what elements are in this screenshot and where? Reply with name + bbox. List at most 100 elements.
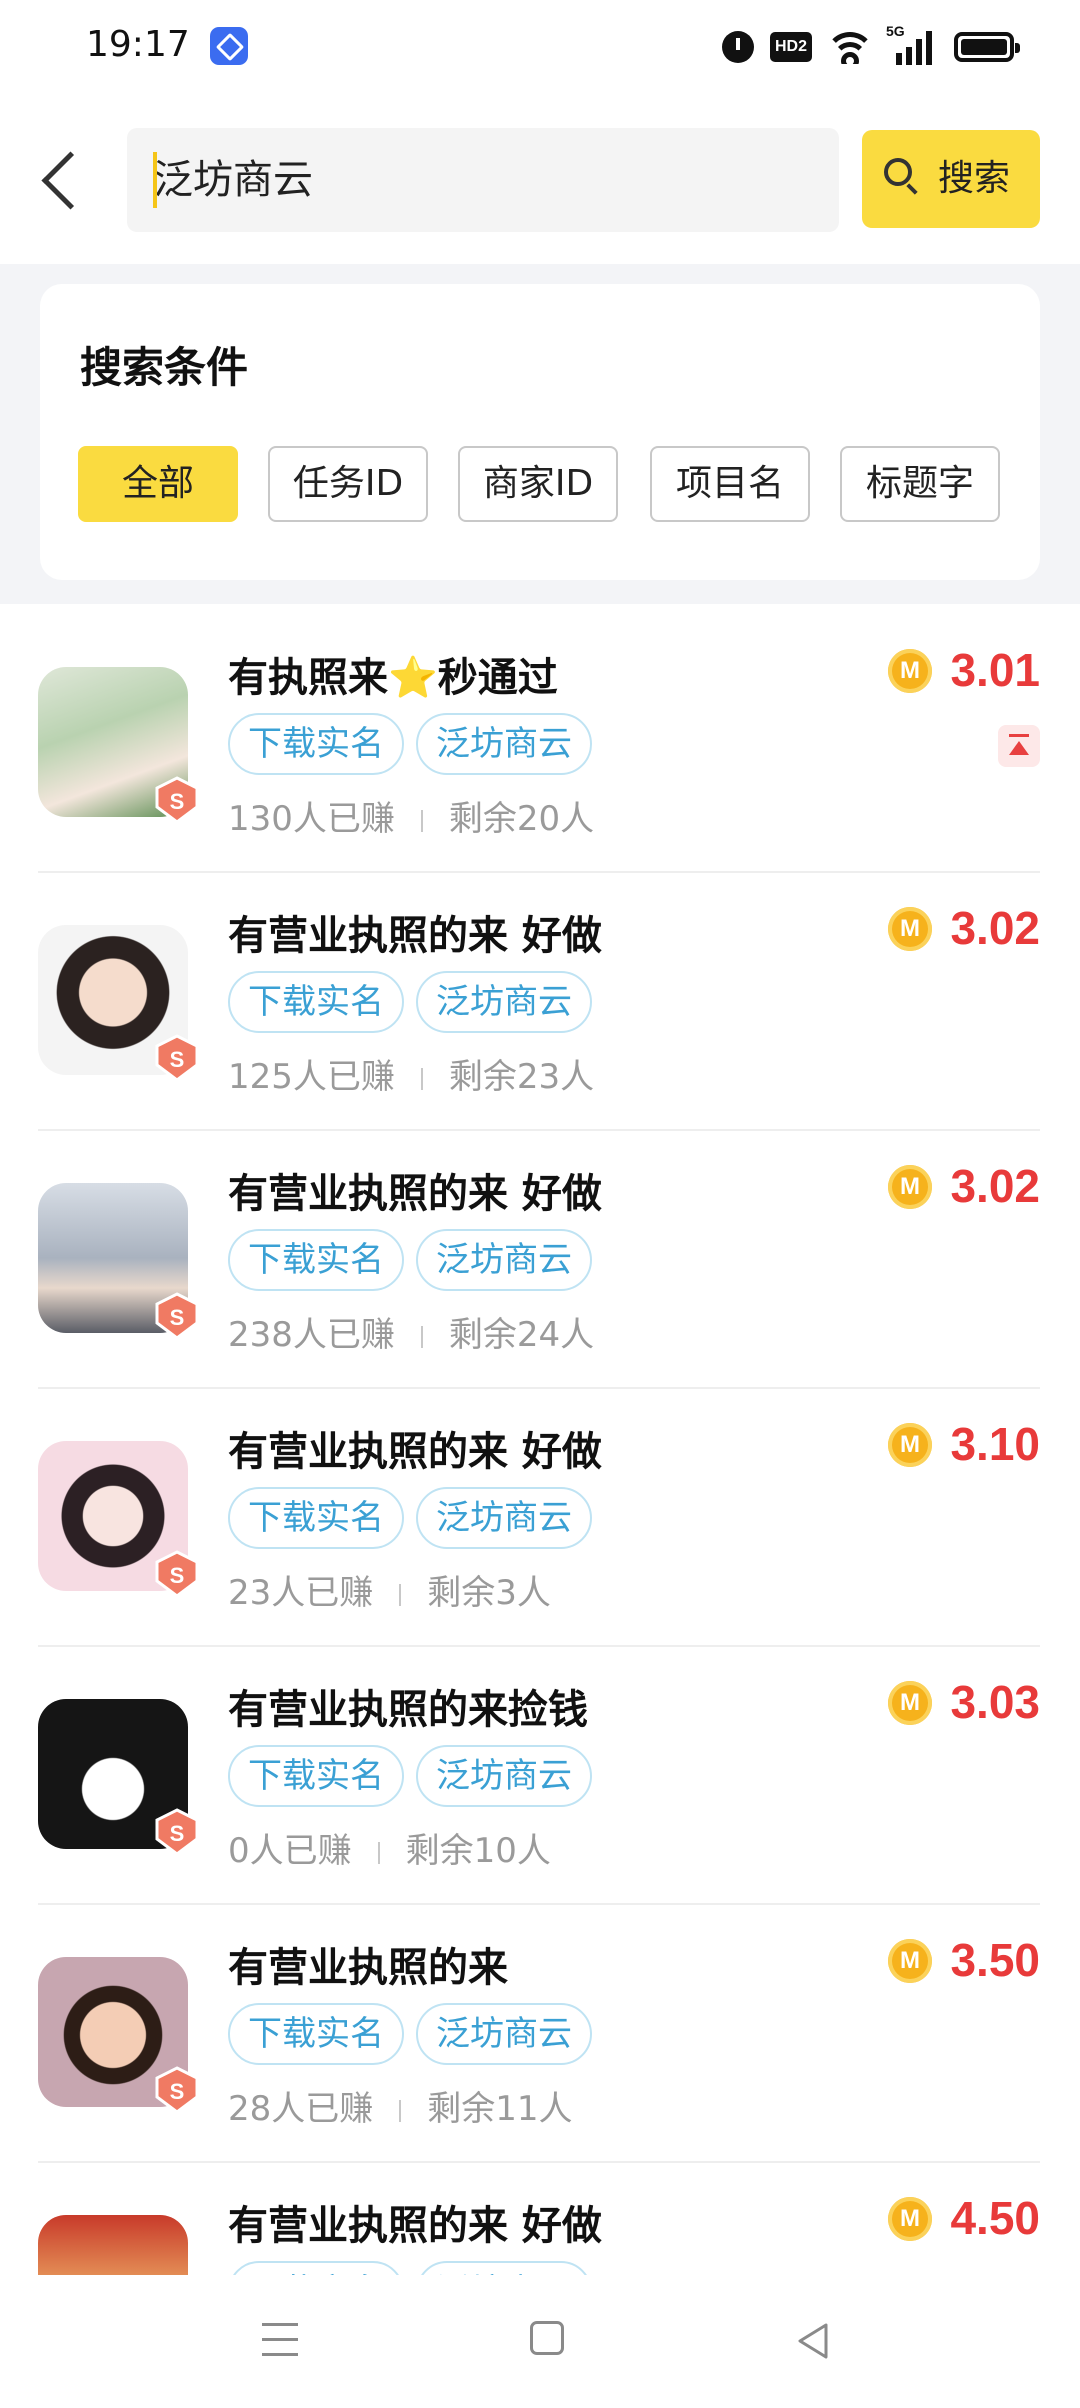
task-tag: 下载实名 <box>228 971 404 1033</box>
home-icon[interactable] <box>530 2321 564 2355</box>
task-list-item[interactable]: S 有营业执照的来 下载实名 泛坊商云 28人已赚 剩余11人 M 3.50 <box>0 1905 1080 2163</box>
status-time: 19:17 <box>86 24 190 65</box>
svg-text:S: S <box>170 1305 185 1330</box>
recent-apps-icon[interactable] <box>262 2323 298 2357</box>
task-tag: 泛坊商云 <box>416 713 592 775</box>
task-stats: 28人已赚 剩余11人 <box>228 2081 573 2130</box>
search-input[interactable]: 泛坊商云 <box>127 128 839 232</box>
task-tag: 下载实名 <box>228 2003 404 2065</box>
coin-icon: M <box>888 907 932 951</box>
pin-to-top-icon <box>998 725 1040 767</box>
task-tag: 下载实名 <box>228 1487 404 1549</box>
svg-text:S: S <box>170 1563 185 1588</box>
search-icon <box>884 158 912 186</box>
filter-section: 搜索条件 全部 任务ID 商家ID 项目名 标题字 <box>0 264 1080 604</box>
svg-text:S: S <box>170 1047 185 1072</box>
filter-title: 搜索条件 <box>80 343 249 392</box>
coin-icon: M <box>888 1165 932 1209</box>
search-query[interactable]: 泛坊商云 <box>153 128 313 232</box>
task-title: 有营业执照的来捡钱 <box>228 1687 588 1733</box>
remaining-count: 剩余20人 <box>448 799 595 839</box>
filter-chip-task-id[interactable]: 任务ID <box>268 446 428 522</box>
task-list-item[interactable]: S 有执照来⭐秒通过 下载实名 泛坊商云 130人已赚 剩余20人 M 3.01 <box>0 615 1080 873</box>
task-list-item[interactable]: S 有营业执照的来 好做 下载实名 泛坊商云 238人已赚 剩余24人 M 3.0… <box>0 1131 1080 1389</box>
stats-separator <box>399 2099 402 2122</box>
task-tag: 泛坊商云 <box>416 2261 592 2275</box>
task-title: 有营业执照的来 好做 <box>228 913 602 959</box>
earned-count: 23人已赚 <box>228 1573 374 1613</box>
text-cursor <box>153 152 157 208</box>
filter-chip-all[interactable]: 全部 <box>78 446 238 522</box>
back-arrow-icon[interactable] <box>28 146 98 226</box>
task-reward-price: 3.50 <box>950 1934 1040 1986</box>
stats-separator <box>377 1841 380 1864</box>
task-stats: 23人已赚 剩余3人 <box>228 1565 551 1614</box>
alarm-icon <box>722 31 754 63</box>
verified-shield-icon: S <box>155 1550 199 1598</box>
remaining-count: 剩余24人 <box>448 1315 595 1355</box>
stats-separator <box>420 1325 423 1348</box>
coin-icon: M <box>888 1681 932 1725</box>
filter-chip-merchant-id[interactable]: 商家ID <box>458 446 618 522</box>
task-tag: 下载实名 <box>228 1745 404 1807</box>
task-reward-price: 3.02 <box>950 1160 1040 1212</box>
task-list: S 有执照来⭐秒通过 下载实名 泛坊商云 130人已赚 剩余20人 M 3.01 … <box>0 605 1080 2275</box>
task-list-item[interactable]: S 有营业执照的来 好做 下载实名 泛坊商云 125人已赚 剩余23人 M 3.0… <box>0 873 1080 1131</box>
svg-text:S: S <box>170 2079 185 2104</box>
earned-count: 130人已赚 <box>228 799 395 839</box>
task-tag: 下载实名 <box>228 2261 404 2275</box>
merchant-avatar <box>38 2215 188 2275</box>
task-stats: 130人已赚 剩余20人 <box>228 791 594 840</box>
stats-separator <box>420 1067 423 1090</box>
task-stats: 125人已赚 剩余23人 <box>228 1049 594 1098</box>
task-reward-price: 3.03 <box>950 1676 1040 1728</box>
svg-text:S: S <box>170 1821 185 1846</box>
task-tag: 泛坊商云 <box>416 1487 592 1549</box>
system-nav-bar <box>0 2275 1080 2408</box>
stats-separator <box>420 809 423 832</box>
verified-shield-icon: S <box>155 1034 199 1082</box>
task-list-item[interactable]: S 有营业执照的来捡钱 下载实名 泛坊商云 0人已赚 剩余10人 M 3.03 <box>0 1647 1080 1905</box>
verified-shield-icon: S <box>155 1292 199 1340</box>
remaining-count: 剩余23人 <box>448 1057 595 1097</box>
earned-count: 125人已赚 <box>228 1057 395 1097</box>
earned-count: 0人已赚 <box>228 1831 352 1871</box>
nav-back-icon[interactable] <box>794 2321 834 2361</box>
task-reward-price: 4.50 <box>950 2192 1040 2244</box>
task-title: 有营业执照的来 好做 <box>228 1171 602 1217</box>
remaining-count: 剩余3人 <box>427 1573 551 1613</box>
task-reward-price: 3.10 <box>950 1418 1040 1470</box>
task-stats: 0人已赚 剩余10人 <box>228 1823 551 1872</box>
earned-count: 28人已赚 <box>228 2089 374 2129</box>
remaining-count: 剩余11人 <box>427 2089 573 2129</box>
task-tag: 下载实名 <box>228 713 404 775</box>
task-tag: 下载实名 <box>228 1229 404 1291</box>
wifi-icon <box>828 30 872 64</box>
coin-icon: M <box>888 1423 932 1467</box>
task-title: 有营业执照的来 好做 <box>228 1429 602 1475</box>
earned-count: 238人已赚 <box>228 1315 395 1355</box>
task-title: 有执照来⭐秒通过 <box>228 655 558 701</box>
coin-icon: M <box>888 649 932 693</box>
search-button[interactable]: 搜索 <box>862 130 1040 228</box>
task-tag: 泛坊商云 <box>416 1229 592 1291</box>
hd-voice-icon: HD2 <box>770 32 812 62</box>
filter-chip-title-keyword[interactable]: 标题字 <box>840 446 1000 522</box>
stats-separator <box>399 1583 402 1606</box>
task-reward-price: 3.02 <box>950 902 1040 954</box>
search-button-label: 搜索 <box>938 158 1011 199</box>
filter-chip-project-name[interactable]: 项目名 <box>650 446 810 522</box>
task-title: 有营业执照的来 好做 <box>228 2203 602 2249</box>
task-list-item[interactable]: S 有营业执照的来 好做 下载实名 泛坊商云 23人已赚 剩余3人 M 3.10 <box>0 1389 1080 1647</box>
task-title: 有营业执照的来 <box>228 1945 508 1991</box>
status-icons: HD2 5G <box>722 23 1020 70</box>
battery-icon <box>954 32 1020 62</box>
task-list-item[interactable]: S 有营业执照的来 好做 下载实名 泛坊商云 M 4.50 <box>0 2163 1080 2275</box>
task-tag: 泛坊商云 <box>416 971 592 1033</box>
task-tag: 泛坊商云 <box>416 1745 592 1807</box>
coin-icon: M <box>888 1939 932 1983</box>
verified-shield-icon: S <box>155 2066 199 2114</box>
task-stats: 238人已赚 剩余24人 <box>228 1307 594 1356</box>
task-tag: 泛坊商云 <box>416 2003 592 2065</box>
svg-text:S: S <box>170 789 185 814</box>
